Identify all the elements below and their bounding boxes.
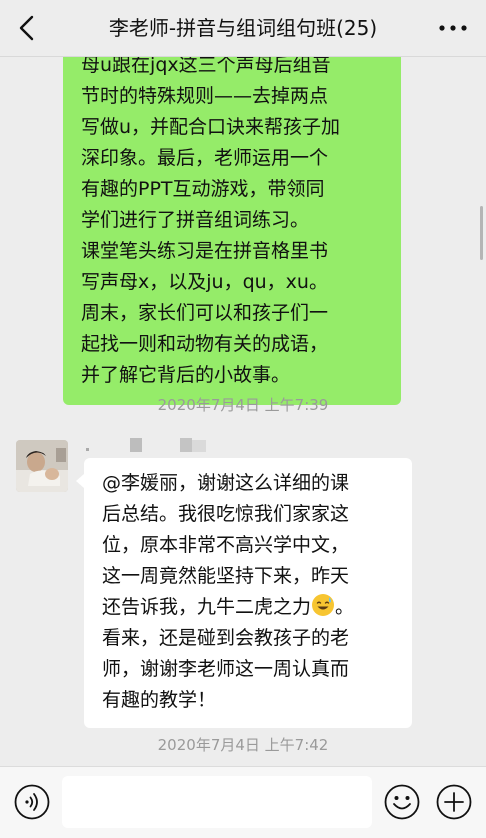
message-line: 课堂笔头练习是在拼音格里书 [81,240,329,262]
scrollbar-thumb[interactable] [480,206,483,260]
outgoing-message-bubble[interactable]: 母u跟在jqx这三个声母后组音 节时的特殊规则——去掉两点 写做u，并配合口诀来… [63,56,401,405]
chat-header: 李老师-拼音与组词组句班(25) [0,0,486,57]
sender-name-redacted [86,438,206,452]
message-line-with-emoji: 还告诉我，九牛二虎之力 。 [102,592,398,623]
message-line: 周末，家长们可以和孩子们一 [81,302,329,324]
sender-avatar[interactable] [16,440,68,492]
message-line: 母u跟在jqx这三个声母后组音 [81,56,331,76]
plus-circle-icon[interactable] [436,784,472,820]
message-line-punctuation: 。 [335,596,355,618]
message-line: 起找一则和动物有关的成语， [81,333,329,355]
message-line: 有趣的教学！ [102,689,217,711]
message-timestamp: 2020年7月4日 上午7:42 [157,736,329,754]
message-line: 这一周竟然能坚持下来，昨天 [102,565,350,587]
message-line: 师，谢谢李老师这一周认真而 [102,658,350,680]
message-line: 深印象。最后，老师运用一个 [81,147,329,169]
message-line: 后总结。我很吃惊我们家家这 [102,503,350,525]
chevron-left-icon[interactable] [14,14,42,42]
message-line: @李媛丽，谢谢这么详细的课 [102,472,350,494]
message-text-input[interactable] [62,776,372,828]
message-line: 有趣的PPT互动游戏，带领同 [81,178,325,200]
message-line: 写做u，并配合口诀来帮孩子加 [81,116,341,138]
message-line: 写声母x，以及ju，qu，xu。 [81,271,328,293]
message-line: 位，原本非常不高兴学中文， [102,534,350,556]
message-line: 并了解它背后的小故事。 [81,364,291,386]
chat-message-list[interactable]: 母u跟在jqx这三个声母后组音 节时的特殊规则——去掉两点 写做u，并配合口诀来… [0,56,486,766]
avatar-photo-icon [16,440,68,492]
message-line: 看来，还是碰到会教孩子的老 [102,627,350,649]
smiley-icon[interactable] [384,784,420,820]
message-input-bar [0,766,486,838]
message-line: 学们进行了拼音组词练习。 [81,209,310,231]
sweat-smile-emoji-icon [312,594,335,616]
more-dots-icon[interactable] [438,20,468,36]
message-timestamp: 2020年7月4日 上午7:39 [157,396,329,414]
chat-title: 李老师-拼音与组词组句班(25) [108,16,378,40]
message-line: 节时的特殊规则——去掉两点 [81,85,329,107]
incoming-message-bubble[interactable]: @李媛丽，谢谢这么详细的课 后总结。我很吃惊我们家家这 位，原本非常不高兴学中文… [76,458,412,728]
message-line-text: 还告诉我，九牛二虎之力 [102,596,312,618]
voice-icon[interactable] [14,784,50,820]
